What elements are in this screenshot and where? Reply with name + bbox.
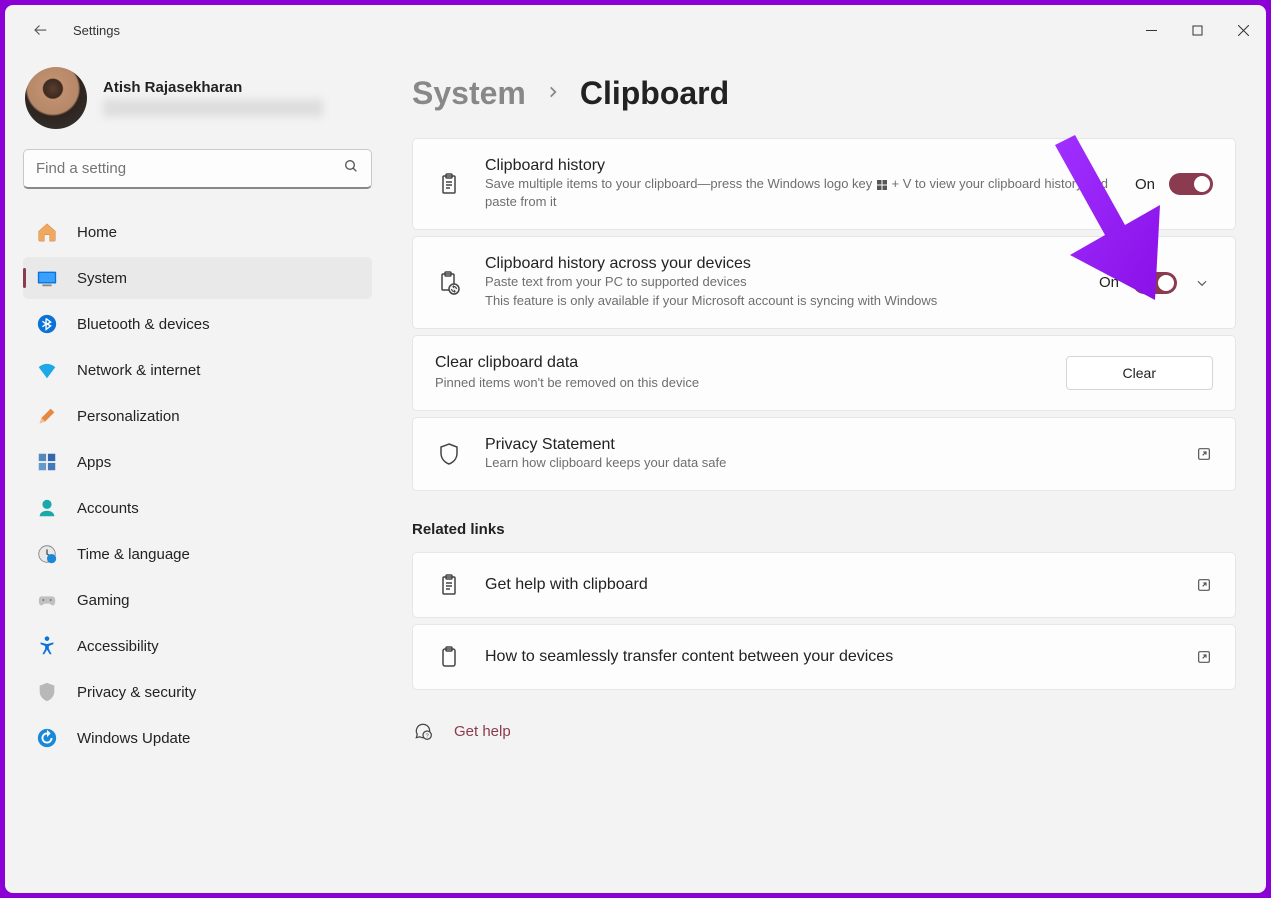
related-links-heading: Related links: [412, 521, 1236, 538]
nav-item-personalization[interactable]: Personalization: [23, 395, 372, 437]
nav-label: Apps: [77, 454, 111, 471]
breadcrumb-separator-icon: [546, 82, 560, 105]
nav-label: Gaming: [77, 592, 130, 609]
clear-data-card: Clear clipboard data Pinned items won't …: [412, 335, 1236, 411]
network-icon: [35, 358, 59, 382]
clipboard-icon: [435, 170, 463, 198]
back-arrow-icon: [32, 21, 50, 39]
windows-logo-icon: [877, 180, 887, 190]
breadcrumb-parent[interactable]: System: [412, 75, 526, 112]
nav-item-bluetooth[interactable]: Bluetooth & devices: [23, 303, 372, 345]
breadcrumb: System Clipboard: [412, 75, 1236, 112]
card-title: Clipboard history across your devices: [485, 255, 1077, 273]
accessibility-icon: [35, 634, 59, 658]
expand-button[interactable]: [1191, 272, 1213, 294]
personalization-icon: [35, 404, 59, 428]
minimize-button[interactable]: [1128, 13, 1174, 47]
close-icon: [1238, 25, 1249, 36]
external-link-icon: [1195, 576, 1213, 594]
card-subtitle-2: This feature is only available if your M…: [485, 292, 1077, 310]
card-subtitle: Paste text from your PC to supported dev…: [485, 273, 1077, 291]
get-help-link[interactable]: ? Get help: [412, 720, 1236, 742]
clipboard-history-toggle[interactable]: [1169, 173, 1213, 195]
card-title: Clear clipboard data: [435, 354, 699, 372]
update-icon: [35, 726, 59, 750]
card-title: Clipboard history: [485, 157, 1113, 175]
apps-icon: [35, 450, 59, 474]
external-link-icon: [1195, 445, 1213, 463]
chevron-down-icon: [1195, 276, 1209, 290]
card-subtitle: Learn how clipboard keeps your data safe: [485, 454, 1173, 472]
clipboard-icon: [435, 571, 463, 599]
search-input-container[interactable]: [23, 149, 372, 189]
search-icon: [343, 158, 359, 179]
page-title: Clipboard: [580, 75, 729, 112]
settings-window: Settings Atish Rajasekharan: [5, 5, 1266, 893]
nav-item-update[interactable]: Windows Update: [23, 717, 372, 759]
nav-label: Home: [77, 224, 117, 241]
main-content: System Clipboard Clipboard history Save …: [390, 55, 1266, 893]
clipboard-outline-icon: [435, 643, 463, 671]
app-title: Settings: [73, 23, 120, 38]
time-icon: [35, 542, 59, 566]
nav-label: System: [77, 270, 127, 287]
card-subtitle: Save multiple items to your clipboard—pr…: [485, 175, 1113, 211]
help-icon: ?: [412, 720, 434, 742]
external-link-icon: [1195, 648, 1213, 666]
privacy-icon: [35, 680, 59, 704]
sidebar: Atish Rajasekharan Home: [5, 55, 390, 893]
bluetooth-icon: [35, 312, 59, 336]
nav-label: Windows Update: [77, 730, 190, 747]
card-subtitle: Pinned items won't be removed on this de…: [435, 374, 699, 392]
get-help-label: Get help: [454, 723, 511, 740]
profile-section[interactable]: Atish Rajasekharan: [17, 55, 378, 149]
sync-devices-toggle[interactable]: [1133, 272, 1177, 294]
nav-item-home[interactable]: Home: [23, 211, 372, 253]
close-button[interactable]: [1220, 13, 1266, 47]
titlebar: Settings: [5, 5, 1266, 55]
related-link-transfer-content[interactable]: How to seamlessly transfer content betwe…: [412, 624, 1236, 690]
privacy-statement-card[interactable]: Privacy Statement Learn how clipboard ke…: [412, 417, 1236, 491]
back-button[interactable]: [21, 10, 61, 50]
sync-devices-card: Clipboard history across your devices Pa…: [412, 236, 1236, 328]
system-icon: [35, 266, 59, 290]
clear-button[interactable]: Clear: [1066, 356, 1213, 390]
nav-label: Time & language: [77, 546, 190, 563]
nav-item-apps[interactable]: Apps: [23, 441, 372, 483]
nav-item-accessibility[interactable]: Accessibility: [23, 625, 372, 667]
nav-item-privacy[interactable]: Privacy & security: [23, 671, 372, 713]
clipboard-history-card: Clipboard history Save multiple items to…: [412, 138, 1236, 230]
nav-label: Network & internet: [77, 362, 200, 379]
avatar: [25, 67, 87, 129]
nav-label: Privacy & security: [77, 684, 196, 701]
nav-list: Home System Bluetooth & devices: [17, 205, 378, 765]
home-icon: [35, 220, 59, 244]
nav-item-system[interactable]: System: [23, 257, 372, 299]
minimize-icon: [1146, 25, 1157, 36]
clipboard-sync-icon: [435, 269, 463, 297]
nav-label: Personalization: [77, 408, 180, 425]
search-input[interactable]: [36, 160, 343, 177]
window-controls: [1128, 13, 1266, 47]
link-title: Get help with clipboard: [485, 576, 1173, 594]
shield-icon: [435, 440, 463, 468]
toggle-state-label: On: [1135, 176, 1155, 193]
related-link-help-clipboard[interactable]: Get help with clipboard: [412, 552, 1236, 618]
nav-item-network[interactable]: Network & internet: [23, 349, 372, 391]
profile-email-blurred: [103, 99, 323, 117]
nav-item-time[interactable]: Time & language: [23, 533, 372, 575]
gaming-icon: [35, 588, 59, 612]
nav-label: Bluetooth & devices: [77, 316, 210, 333]
link-title: How to seamlessly transfer content betwe…: [485, 648, 1173, 666]
card-title: Privacy Statement: [485, 436, 1173, 454]
maximize-button[interactable]: [1174, 13, 1220, 47]
maximize-icon: [1192, 25, 1203, 36]
accounts-icon: [35, 496, 59, 520]
nav-label: Accounts: [77, 500, 139, 517]
profile-name: Atish Rajasekharan: [103, 79, 370, 96]
nav-label: Accessibility: [77, 638, 159, 655]
toggle-state-label: On: [1099, 274, 1119, 291]
nav-item-gaming[interactable]: Gaming: [23, 579, 372, 621]
nav-item-accounts[interactable]: Accounts: [23, 487, 372, 529]
